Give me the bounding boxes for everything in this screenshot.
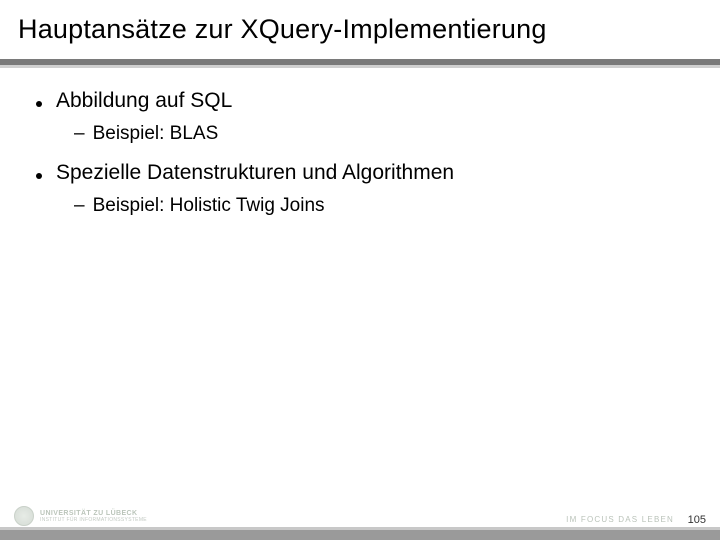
university-seal-icon [14, 506, 34, 526]
page-number: 105 [688, 514, 706, 526]
sub-bullet-text: Beispiel: Holistic Twig Joins [93, 192, 325, 220]
sub-bullet-item: – Beispiel: BLAS [74, 120, 684, 148]
dash-icon: – [74, 192, 85, 220]
sub-bullet-text: Beispiel: BLAS [93, 120, 219, 148]
footer: UNIVERSITÄT ZU LÜBECK INSTITUT FÜR INFOR… [0, 506, 720, 540]
slide-title: Hauptansätze zur XQuery-Implementierung [18, 14, 702, 45]
bullet-dot-icon [36, 173, 42, 179]
bullet-item: Abbildung auf SQL [36, 86, 684, 116]
title-area: Hauptansätze zur XQuery-Implementierung [0, 0, 720, 53]
sub-bullet-item: – Beispiel: Holistic Twig Joins [74, 192, 684, 220]
bullet-item: Spezielle Datenstrukturen und Algorithme… [36, 158, 684, 188]
bullet-text: Abbildung auf SQL [56, 86, 232, 116]
footer-logo-block: UNIVERSITÄT ZU LÜBECK INSTITUT FÜR INFOR… [14, 506, 147, 526]
footer-tagline: IM FOCUS DAS LEBEN [566, 515, 674, 524]
bullet-dot-icon [36, 101, 42, 107]
footer-bar-dark [0, 530, 720, 540]
content-area: Abbildung auf SQL – Beispiel: BLAS Spezi… [0, 68, 720, 540]
slide: Hauptansätze zur XQuery-Implementierung … [0, 0, 720, 540]
bullet-text: Spezielle Datenstrukturen und Algorithme… [56, 158, 454, 188]
university-text: UNIVERSITÄT ZU LÜBECK INSTITUT FÜR INFOR… [40, 510, 147, 523]
dash-icon: – [74, 120, 85, 148]
university-name: UNIVERSITÄT ZU LÜBECK [40, 510, 147, 517]
institute-name: INSTITUT FÜR INFORMATIONSSYSTEME [40, 518, 147, 523]
